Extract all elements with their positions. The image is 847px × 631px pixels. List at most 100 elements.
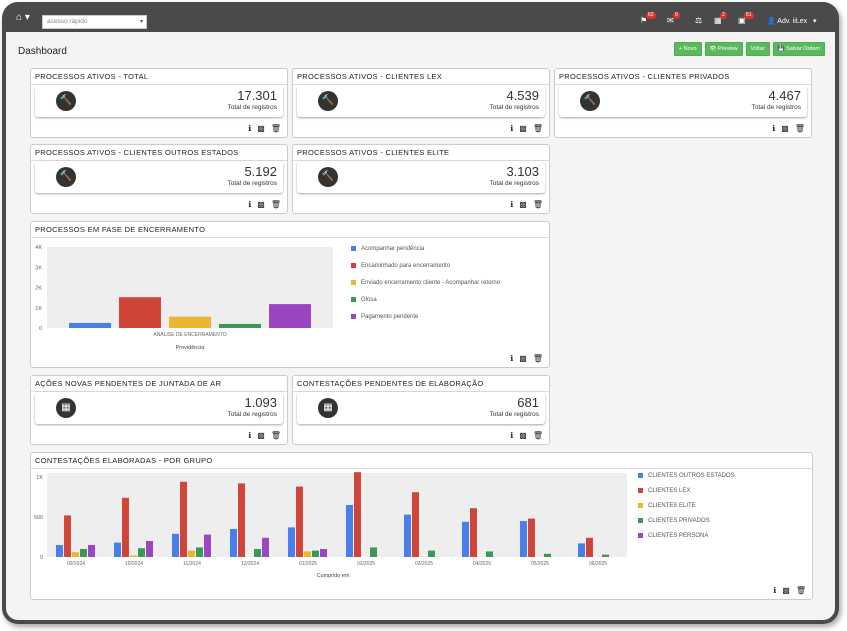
trash-icon[interactable]: 🗑 bbox=[533, 200, 543, 209]
notification-badge: 51 bbox=[744, 12, 754, 19]
excel-icon[interactable]: ▩ bbox=[519, 431, 527, 440]
kpi-card: 🔨 3.103 Total de registros bbox=[297, 161, 545, 193]
legend-item[interactable]: Pagamento pendente bbox=[351, 308, 500, 325]
trash-icon[interactable]: 🗑 bbox=[795, 124, 805, 133]
chevron-down-icon: ▾ bbox=[139, 19, 143, 25]
kpi-panel-clientes-elite: PROCESSOS ATIVOS - CLIENTES ELITE 🔨 3.10… bbox=[292, 144, 550, 214]
excel-icon[interactable]: ▩ bbox=[782, 586, 790, 595]
legend-item[interactable]: CLIENTES PRIVADOS bbox=[638, 513, 735, 528]
kpi-card: ▦ 681 Total de registros bbox=[297, 392, 545, 424]
gavel-icon: 🔨 bbox=[56, 91, 76, 111]
flag-icon[interactable]: ⚑ 63 bbox=[640, 12, 656, 25]
info-icon[interactable]: ℹ bbox=[773, 586, 776, 595]
panel-title: PROCESSOS ATIVOS - CLIENTES LEX bbox=[293, 69, 549, 85]
notification-badge: 2 bbox=[720, 12, 727, 19]
bar bbox=[486, 551, 493, 557]
bar bbox=[428, 550, 435, 557]
bar bbox=[169, 316, 211, 328]
x-axis-label: Providência bbox=[176, 345, 206, 350]
x-tick-label: 06/2025 bbox=[589, 561, 607, 567]
info-icon[interactable]: ℹ bbox=[248, 431, 251, 440]
save-order-button[interactable]: 💾 Salvar Ordem bbox=[772, 42, 825, 56]
kpi-label: Total de registros bbox=[489, 104, 540, 111]
x-tick-label: 02/2025 bbox=[357, 561, 375, 567]
bar bbox=[520, 521, 527, 557]
panel-title: PROCESSOS ATIVOS - TOTAL bbox=[31, 69, 287, 85]
calendar-icon[interactable]: ▦ 2 bbox=[714, 12, 727, 25]
gavel-icon: 🔨 bbox=[580, 91, 600, 111]
legend-item[interactable]: Encaminhado para encerramento bbox=[351, 257, 500, 274]
bar bbox=[130, 555, 137, 557]
back-button[interactable]: Voltar bbox=[745, 42, 770, 56]
bar bbox=[88, 545, 95, 557]
bar bbox=[320, 549, 327, 557]
user-menu[interactable]: 👤 Adv. iiLex ▾ bbox=[767, 17, 816, 25]
quick-access-select[interactable]: acesso rápido ▾ bbox=[42, 15, 147, 29]
ticket-icon[interactable]: ▣ 51 bbox=[738, 12, 754, 25]
chart-legend: Acompanhar pendência Encaminhado para enc… bbox=[351, 240, 500, 325]
notification-badge: 63 bbox=[646, 12, 656, 19]
legend-swatch bbox=[351, 314, 356, 319]
legend-swatch bbox=[351, 297, 356, 302]
legend-item[interactable]: CLIENTES LEX bbox=[638, 483, 735, 498]
bar bbox=[230, 529, 237, 557]
bar bbox=[146, 541, 153, 557]
excel-icon[interactable]: ▩ bbox=[257, 124, 265, 133]
x-tick-label: 01/2025 bbox=[299, 561, 317, 567]
legend-item[interactable]: Acompanhar pendência bbox=[351, 240, 500, 257]
trash-icon[interactable]: 🗑 bbox=[796, 586, 806, 595]
scale-icon[interactable]: ⚖ bbox=[695, 16, 702, 25]
trash-icon[interactable]: 🗑 bbox=[533, 124, 543, 133]
bar bbox=[196, 547, 203, 557]
home-icon[interactable]: ⌂ ▾ bbox=[16, 12, 30, 23]
preview-button[interactable]: 👁 Preview bbox=[704, 42, 743, 56]
legend-item[interactable]: Glosa bbox=[351, 291, 500, 308]
bar bbox=[114, 542, 121, 557]
x-tick-label: 05/2025 bbox=[531, 561, 549, 567]
kpi-value: 681 bbox=[517, 395, 539, 410]
bar bbox=[528, 518, 535, 557]
legend-swatch bbox=[638, 473, 643, 478]
kpi-value: 4.539 bbox=[506, 88, 539, 103]
bar bbox=[578, 543, 585, 557]
trash-icon[interactable]: 🗑 bbox=[271, 431, 281, 440]
legend-swatch bbox=[351, 246, 356, 251]
legend-label: Enviado encerramento cliente - Acompanha… bbox=[361, 279, 501, 286]
legend-swatch bbox=[638, 518, 643, 523]
info-icon[interactable]: ℹ bbox=[248, 200, 251, 209]
info-icon[interactable]: ℹ bbox=[510, 431, 513, 440]
bar bbox=[172, 533, 179, 557]
excel-icon[interactable]: ▩ bbox=[519, 354, 527, 363]
trash-icon[interactable]: 🗑 bbox=[533, 354, 543, 363]
info-icon[interactable]: ℹ bbox=[510, 200, 513, 209]
legend-item[interactable]: CLIENTES PERSONA bbox=[638, 528, 735, 543]
bar bbox=[262, 537, 269, 557]
trash-icon[interactable]: 🗑 bbox=[271, 200, 281, 209]
info-icon[interactable]: ℹ bbox=[248, 124, 251, 133]
kpi-label: Total de registros bbox=[227, 104, 278, 111]
legend-item[interactable]: Enviado encerramento cliente - Acompanha… bbox=[351, 274, 500, 291]
kpi-panel-acoes-novas: AÇÕES NOVAS PENDENTES DE JUNTADA DE AR ▦… bbox=[30, 375, 288, 445]
legend-label: CLIENTES PRIVADOS bbox=[648, 517, 710, 524]
excel-icon[interactable]: ▩ bbox=[519, 124, 527, 133]
legend-item[interactable]: CLIENTES OUTROS ESTADOS bbox=[638, 468, 735, 483]
gavel-icon: 🔨 bbox=[318, 167, 338, 187]
trash-icon[interactable]: 🗑 bbox=[533, 431, 543, 440]
excel-icon[interactable]: ▩ bbox=[257, 200, 265, 209]
user-name: Adv. iiLex bbox=[777, 18, 808, 25]
legend-item[interactable]: CLIENTES ELITE bbox=[638, 498, 735, 513]
y-tick-label: 500 bbox=[34, 515, 43, 521]
new-button[interactable]: + Novo bbox=[673, 42, 702, 56]
kpi-value: 3.103 bbox=[506, 164, 539, 179]
bar bbox=[64, 515, 71, 557]
info-icon[interactable]: ℹ bbox=[772, 124, 775, 133]
bar bbox=[269, 304, 311, 328]
excel-icon[interactable]: ▩ bbox=[781, 124, 789, 133]
excel-icon[interactable]: ▩ bbox=[257, 431, 265, 440]
info-icon[interactable]: ℹ bbox=[510, 354, 513, 363]
excel-icon[interactable]: ▩ bbox=[519, 200, 527, 209]
mail-icon[interactable]: ✉ 9 bbox=[667, 12, 680, 25]
x-tick-label: 11/2024 bbox=[183, 561, 201, 567]
trash-icon[interactable]: 🗑 bbox=[271, 124, 281, 133]
info-icon[interactable]: ℹ bbox=[510, 124, 513, 133]
